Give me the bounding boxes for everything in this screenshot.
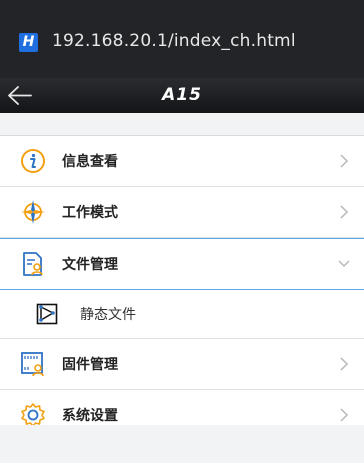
menu-item-label: 固件管理 [62,357,118,373]
menu-item-work-mode[interactable]: 工作模式 [0,187,364,238]
file-user-icon [23,252,43,276]
chevron-right-icon [340,357,349,371]
page-background [0,425,364,463]
chevron-right-icon [340,205,349,219]
menu-item-label: 信息查看 [62,154,118,170]
brand-logo: A15 [162,85,202,105]
submenu-item-static-file[interactable]: 静态文件 [0,290,364,339]
info-icon [21,149,45,173]
firmware-icon [21,352,44,377]
app-header: A15 [0,78,364,113]
menu-item-label: 工作模式 [62,205,118,221]
compass-icon [21,200,45,224]
chevron-right-icon [340,408,349,422]
submenu-item-label: 静态文件 [80,307,136,323]
url-text[interactable]: 192.168.20.1/index_ch.html [52,31,296,51]
chevron-down-icon [338,260,350,268]
browser-url-bar: H 192.168.20.1/index_ch.html [0,0,364,78]
site-favicon-icon: H [19,33,38,52]
menu-item-file-management[interactable]: 文件管理 [0,238,364,290]
static-file-icon [36,303,58,325]
chevron-right-icon [340,154,349,168]
menu-item-info[interactable]: 信息查看 [0,136,364,187]
side-menu: 信息查看 工作模式 文件管理 静态文件 固件管理 系统设置 [0,135,364,441]
menu-item-firmware[interactable]: 固件管理 [0,339,364,390]
menu-item-label: 文件管理 [62,257,118,273]
menu-item-label: 系统设置 [62,408,118,424]
